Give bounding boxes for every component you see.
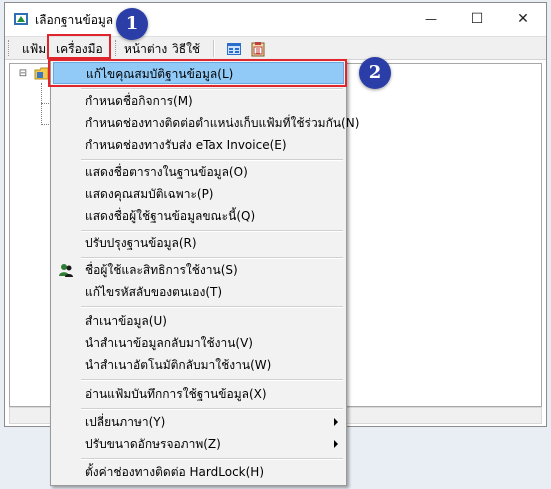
menu-item-set-etax-channel[interactable]: กำหนดช่องทางรับส่ง eTax Invoice(E)	[53, 134, 344, 156]
maximize-icon: ☐	[470, 10, 484, 27]
maximize-button[interactable]: ☐	[454, 3, 500, 34]
menu-item-label: ตั้งค่าช่องทางติดต่อ HardLock(H)	[85, 465, 265, 479]
menu-item-adjust-font-size[interactable]: ปรับขนาดอักษรจอภาพ(Z)	[53, 433, 344, 455]
database-app-icon	[14, 13, 28, 25]
minimize-icon: —	[425, 11, 437, 26]
menu-file[interactable]: แฟ้ม	[19, 40, 49, 58]
menu-item-label: กำหนดช่องทางรับส่ง eTax Invoice(E)	[85, 138, 287, 152]
menu-item-label: แสดงชื่อตารางในฐานข้อมูล(O)	[85, 165, 248, 179]
menu-separator	[81, 408, 343, 410]
menu-item-restore-auto-backup[interactable]: นำสำเนาอัตโนมัติกลับมาใช้งาน(W)	[53, 354, 344, 376]
toolbar-separator	[213, 40, 215, 57]
menu-item-label: เปลี่ยนภาษา(Y)	[85, 415, 166, 429]
close-button[interactable]: ✕	[500, 3, 546, 34]
menu-item-label: ปรับขนาดอักษรจอภาพ(Z)	[85, 437, 221, 451]
menu-item-set-shared-folder-path[interactable]: กำหนดช่องทางติดต่อตำแหน่งเก็บแฟ้มที่ใช้ร…	[53, 112, 359, 134]
menu-item-show-current-users[interactable]: แสดงชื่อผู้ใช้ฐานข้อมูลขณะนี้(Q)	[53, 205, 344, 227]
step-2-highlight	[48, 59, 347, 87]
menu-item-label: แสดงคุณสมบัติเฉพาะ(P)	[85, 187, 214, 201]
menu-separator	[81, 306, 343, 308]
users-icon	[59, 264, 73, 277]
window-title: เลือกฐานข้อมูล	[35, 13, 114, 27]
menu-help[interactable]: วิธีใช้	[169, 40, 203, 58]
menu-separator	[81, 379, 343, 381]
menu-item-set-business-name[interactable]: กำหนดชื่อกิจการ(M)	[53, 90, 344, 112]
menu-item-label: อ่านแฟ้มบันทึกการใช้ฐานข้อมูล(X)	[85, 387, 267, 401]
menu-item-change-language[interactable]: เปลี่ยนภาษา(Y)	[53, 411, 344, 433]
menu-item-change-own-password[interactable]: แก้ไขรหัสลับของตนเอง(T)	[53, 281, 344, 303]
step-1-badge: 1	[116, 8, 148, 40]
menu-window[interactable]: หน้าต่าง	[121, 40, 170, 58]
menu-item-label: ปรับปรุงฐานข้อมูล(R)	[85, 236, 197, 250]
minimize-button[interactable]: —	[408, 3, 454, 34]
menu-item-read-usage-log[interactable]: อ่านแฟ้มบันทึกการใช้ฐานข้อมูล(X)	[53, 383, 344, 405]
menu-item-show-table-names[interactable]: แสดงชื่อตารางในฐานข้อมูล(O)	[53, 161, 344, 183]
menu-separator	[81, 458, 343, 460]
clipboard-calculator-icon[interactable]	[250, 41, 266, 57]
menu-item-backup-data[interactable]: สำเนาข้อมูล(U)	[53, 310, 344, 332]
menu-item-label: นำสำเนาอัตโนมัติกลับมาใช้งาน(W)	[85, 358, 272, 372]
toolbar-grip[interactable]	[115, 40, 119, 56]
window-layout-icon[interactable]	[226, 41, 242, 57]
menu-item-label: ชื่อผู้ใช้และสิทธิการใช้งาน(S)	[85, 263, 238, 277]
submenu-arrow-icon	[334, 418, 338, 426]
close-icon: ✕	[517, 10, 529, 27]
menu-item-label: สำเนาข้อมูล(U)	[85, 314, 167, 328]
step-2-badge: 2	[359, 57, 391, 89]
menu-item-users-and-permissions[interactable]: ชื่อผู้ใช้และสิทธิการใช้งาน(S)	[53, 259, 344, 281]
tools-dropdown-menu: แก้ไขคุณสมบัติฐานข้อมูล(L) กำหนดชื่อกิจก…	[50, 59, 359, 486]
menu-item-hardlock-settings[interactable]: ตั้งค่าช่องทางติดต่อ HardLock(H)	[53, 461, 344, 483]
tree-collapse-icon[interactable]: ⊟	[18, 69, 28, 79]
menu-item-label: แก้ไขรหัสลับของตนเอง(T)	[85, 285, 223, 299]
menu-item-label: กำหนดชื่อกิจการ(M)	[85, 94, 193, 108]
menu-item-restore-backup[interactable]: นำสำเนาข้อมูลกลับมาใช้งาน(V)	[53, 332, 344, 354]
title-bar: เลือกฐานข้อมูล — ☐ ✕	[5, 3, 546, 34]
tree-connector	[41, 83, 42, 125]
submenu-arrow-icon	[334, 440, 338, 448]
menu-item-update-database[interactable]: ปรับปรุงฐานข้อมูล(R)	[53, 232, 344, 254]
menu-item-label: กำหนดช่องทางติดต่อตำแหน่งเก็บแฟ้มที่ใช้ร…	[85, 116, 360, 130]
menu-item-label: แสดงชื่อผู้ใช้ฐานข้อมูลขณะนี้(Q)	[85, 209, 256, 223]
menu-item-show-specific-properties[interactable]: แสดงคุณสมบัติเฉพาะ(P)	[53, 183, 344, 205]
step-1-highlight	[47, 34, 111, 59]
toolbar-grip[interactable]	[8, 40, 12, 56]
menu-item-label: นำสำเนาข้อมูลกลับมาใช้งาน(V)	[85, 336, 253, 350]
